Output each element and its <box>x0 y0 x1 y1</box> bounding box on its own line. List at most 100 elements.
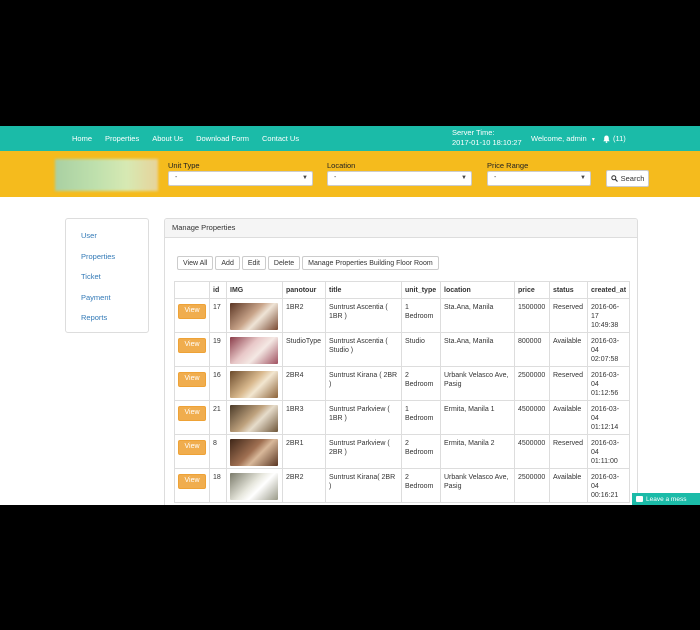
unit-type-cell: 2 Bedroom <box>401 434 441 469</box>
id-cell: 21 <box>209 400 227 435</box>
title-cell: Suntrust Parkview ( 1BR ) <box>325 400 402 435</box>
price-cell: 2500000 <box>514 468 550 503</box>
view-button[interactable]: View <box>178 474 206 489</box>
status-cell: Reserved <box>549 434 588 469</box>
created-at-cell: 2016-03-04 02:07:58 <box>586 332 631 367</box>
created-at-cell: 2016-03-04 01:12:56 <box>586 366 631 401</box>
welcome-text: Welcome, admin <box>531 134 587 143</box>
unit-type-cell: 2 Bedroom <box>401 366 441 401</box>
location-select[interactable]: - ▼ <box>327 171 472 186</box>
col-created-at[interactable]: created_at <box>586 281 631 299</box>
action-cell: View <box>174 400 210 435</box>
status-cell: Available <box>549 332 588 367</box>
sidebar-item-properties[interactable]: Properties <box>81 252 115 261</box>
nav-about-us[interactable]: About Us <box>152 134 183 143</box>
bell-icon <box>603 135 610 143</box>
user-menu[interactable]: Welcome, admin ▼ <box>531 134 596 143</box>
panotour-cell: 2BR4 <box>282 366 326 401</box>
manage-floor-room-button[interactable]: Manage Properties Building Floor Room <box>302 256 439 270</box>
nav-properties[interactable]: Properties <box>105 134 139 143</box>
action-cell: View <box>174 298 210 333</box>
img-cell <box>226 434 283 469</box>
sidebar: User Properties Ticket Payment Reports <box>65 218 149 333</box>
nav-home[interactable]: Home <box>72 134 92 143</box>
sidebar-item-payment[interactable]: Payment <box>81 293 111 302</box>
leave-message-chat-button[interactable]: Leave a mess <box>632 493 700 505</box>
action-cell: View <box>174 468 210 503</box>
panotour-cell: 1BR3 <box>282 400 326 435</box>
price-range-select[interactable]: - ▼ <box>487 171 591 186</box>
property-thumbnail[interactable] <box>230 303 278 330</box>
properties-table: id IMG panotour title unit_type location… <box>174 281 631 503</box>
title-cell: Suntrust Kirana( 2BR ) <box>325 468 402 503</box>
unit-type-cell: 1 Bedroom <box>401 400 441 435</box>
view-button[interactable]: View <box>178 304 206 319</box>
server-time: Server Time: 2017-01-10 18:10:27 <box>452 128 522 147</box>
caret-down-icon: ▼ <box>590 137 596 143</box>
sidebar-item-ticket[interactable]: Ticket <box>81 272 101 281</box>
nav-download-form[interactable]: Download Form <box>196 134 249 143</box>
sidebar-item-user[interactable]: User <box>81 231 97 240</box>
edit-button[interactable]: Edit <box>241 256 266 270</box>
col-id[interactable]: id <box>209 281 227 299</box>
property-thumbnail[interactable] <box>230 337 278 364</box>
search-button[interactable]: Search <box>606 170 649 187</box>
property-thumbnail[interactable] <box>230 439 278 466</box>
view-button[interactable]: View <box>178 406 206 421</box>
location-cell: Urbank Velasco Ave, Pasig <box>440 366 515 401</box>
price-range-label: Price Range <box>487 161 529 170</box>
panel-title: Manage Properties <box>165 219 637 238</box>
table-row: View 19 StudioType Suntrust Ascentia ( S… <box>174 332 631 367</box>
view-button[interactable]: View <box>178 338 206 353</box>
price-range-value: - <box>494 174 497 181</box>
col-location[interactable]: location <box>440 281 515 299</box>
property-thumbnail[interactable] <box>230 473 278 500</box>
img-cell <box>226 298 283 333</box>
notifications[interactable]: (11) <box>603 134 626 143</box>
created-at-cell: 2016-03-04 01:12:14 <box>586 400 631 435</box>
table-row: View 17 1BR2 Suntrust Ascentia ( 1BR ) 1… <box>174 298 631 333</box>
action-cell: View <box>174 332 210 367</box>
manage-properties-panel: Manage Properties View All Add Edit Dele… <box>164 218 638 505</box>
server-time-value: 2017-01-10 18:10:27 <box>452 137 522 147</box>
property-thumbnail[interactable] <box>230 405 278 432</box>
col-title[interactable]: title <box>325 281 402 299</box>
col-action <box>174 281 210 299</box>
img-cell <box>226 400 283 435</box>
server-time-label: Server Time: <box>452 128 495 137</box>
table-row: View 18 2BR2 Suntrust Kirana( 2BR ) 2 Be… <box>174 468 631 503</box>
col-price[interactable]: price <box>514 281 550 299</box>
caret-down-icon: ▼ <box>580 175 586 181</box>
location-cell: Sta.Ana, Manila <box>440 332 515 367</box>
view-button[interactable]: View <box>178 440 206 455</box>
location-cell: Ermita, Manila 2 <box>440 434 515 469</box>
top-navbar: Home Properties About Us Download Form C… <box>0 126 700 151</box>
nav-links: Home Properties About Us Download Form C… <box>72 126 312 151</box>
col-unit-type[interactable]: unit_type <box>401 281 441 299</box>
status-cell: Reserved <box>549 298 588 333</box>
status-cell: Reserved <box>549 366 588 401</box>
unit-type-select[interactable]: - ▼ <box>168 171 313 186</box>
price-cell: 4500000 <box>514 434 550 469</box>
img-cell <box>226 468 283 503</box>
id-cell: 17 <box>209 298 227 333</box>
table-row: View 8 2BR1 Suntrust Parkview ( 2BR ) 2 … <box>174 434 631 469</box>
nav-contact-us[interactable]: Contact Us <box>262 134 299 143</box>
add-button[interactable]: Add <box>215 256 240 270</box>
price-cell: 1500000 <box>514 298 550 333</box>
id-cell: 16 <box>209 366 227 401</box>
property-thumbnail[interactable] <box>230 371 278 398</box>
id-cell: 18 <box>209 468 227 503</box>
view-button[interactable]: View <box>178 372 206 387</box>
view-all-button[interactable]: View All <box>177 256 214 270</box>
col-panotour[interactable]: panotour <box>282 281 326 299</box>
unit-type-label: Unit Type <box>168 161 200 170</box>
col-img: IMG <box>226 281 283 299</box>
sidebar-item-reports[interactable]: Reports <box>81 313 107 322</box>
location-label: Location <box>327 161 356 170</box>
price-cell: 800000 <box>514 332 550 367</box>
price-cell: 4500000 <box>514 400 550 435</box>
app-screen: Home Properties About Us Download Form C… <box>0 126 700 505</box>
col-status[interactable]: status <box>549 281 588 299</box>
delete-button[interactable]: Delete <box>267 256 301 270</box>
